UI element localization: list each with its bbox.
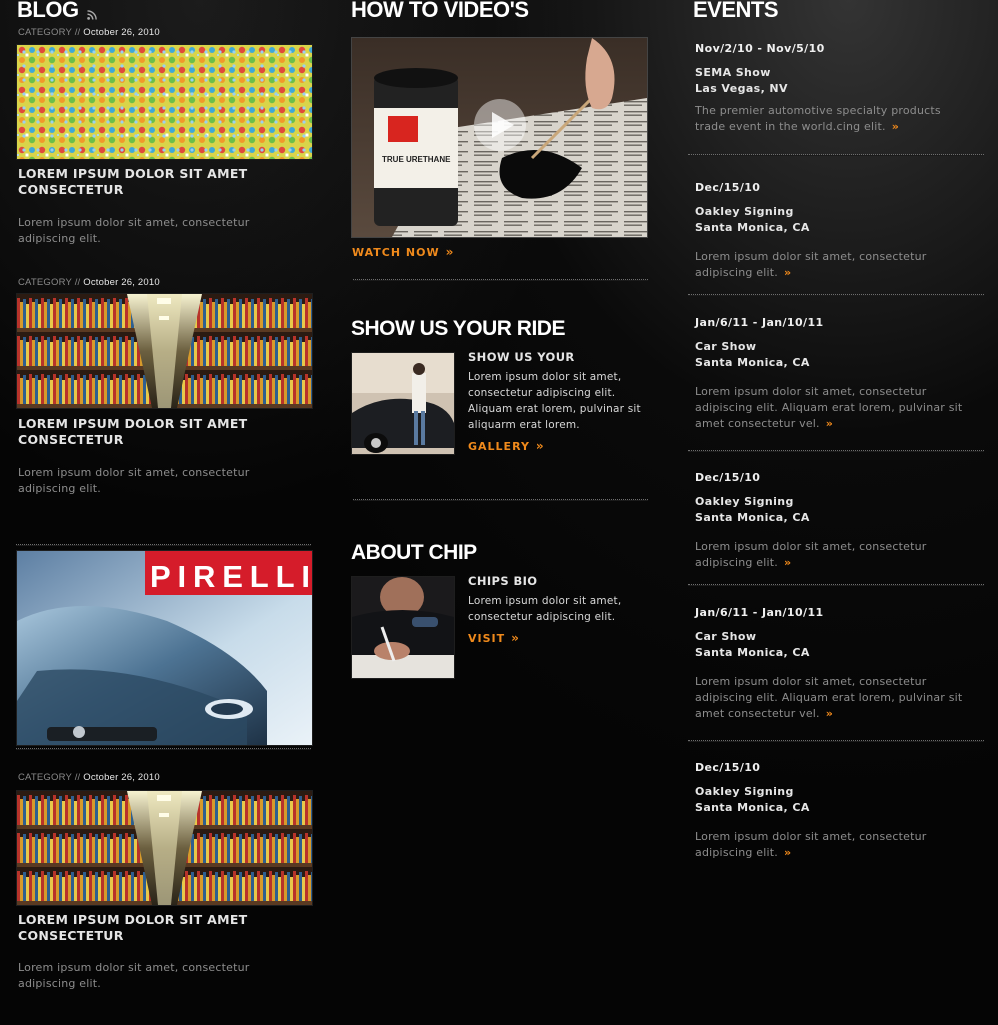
divider xyxy=(688,294,984,296)
event-location: Las Vegas, NV xyxy=(695,82,788,95)
double-chevron-right-icon: » xyxy=(535,439,544,453)
event-date: Dec/15/10 xyxy=(695,761,761,774)
event-description: Lorem ipsum dolor sit amet, consectetur … xyxy=(695,384,970,432)
library-bookshelves-image xyxy=(17,791,312,905)
double-chevron-right-icon: » xyxy=(445,245,454,259)
videos-heading: HOW TO VIDEO'S xyxy=(351,0,529,22)
double-chevron-right-icon[interactable]: » xyxy=(784,556,791,569)
ride-subtitle: SHOW US YOUR xyxy=(468,350,575,364)
post-2-title[interactable]: LOREM IPSUM DOLOR SIT AMET CONSECTETUR xyxy=(18,416,298,448)
colorful-mosaic-image xyxy=(17,45,312,159)
divider xyxy=(688,154,984,156)
post-4-excerpt: Lorem ipsum dolor sit amet, consectetur … xyxy=(18,961,250,990)
category-link[interactable]: CATEGORY // xyxy=(18,27,80,38)
double-chevron-right-icon[interactable]: » xyxy=(784,266,791,279)
divider xyxy=(353,279,648,281)
event-location: Santa Monica, CA xyxy=(695,511,810,524)
post-4-image[interactable] xyxy=(16,790,313,906)
chip-photo[interactable] xyxy=(351,576,455,679)
event-date: Nov/2/10 - Nov/5/10 xyxy=(695,42,825,55)
event-date: Jan/6/11 - Jan/10/11 xyxy=(695,316,824,329)
gallery-link[interactable]: GALLERY » xyxy=(468,439,544,453)
event-desc-text: Lorem ipsum dolor sit amet, consectetur … xyxy=(695,540,927,569)
watch-now-link[interactable]: WATCH NOW » xyxy=(352,245,454,259)
event-name: SEMA Show xyxy=(695,66,771,79)
event-date: Dec/15/10 xyxy=(695,471,761,484)
ride-body: Lorem ipsum dolor sit amet, consectetur … xyxy=(468,371,641,431)
divider xyxy=(16,544,311,546)
event-name: Car Show xyxy=(695,340,757,353)
divider xyxy=(688,450,984,452)
woman-with-classic-car-image xyxy=(352,353,454,454)
event-location: Santa Monica, CA xyxy=(695,356,810,369)
event-desc-text: Lorem ipsum dolor sit amet, consectetur … xyxy=(695,830,927,859)
post-1-meta: CATEGORY // October 26, 2010 xyxy=(18,27,160,38)
post-2-excerpt: Lorem ipsum dolor sit amet, consectetur … xyxy=(18,466,250,495)
category-link[interactable]: CATEGORY // xyxy=(18,277,80,288)
post-date: October 26, 2010 xyxy=(83,27,160,38)
watch-now-label: WATCH NOW xyxy=(352,246,440,259)
double-chevron-right-icon[interactable]: » xyxy=(826,417,833,430)
post-date: October 26, 2010 xyxy=(83,772,160,783)
gallery-label: GALLERY xyxy=(468,440,530,453)
visit-link[interactable]: VISIT » xyxy=(468,631,519,645)
post-1-image[interactable] xyxy=(16,44,313,160)
blog-heading-text: BLOG xyxy=(17,0,79,22)
ride-image[interactable] xyxy=(351,352,455,455)
divider xyxy=(353,499,648,501)
event-name: Oakley Signing xyxy=(695,205,794,218)
post-1-title[interactable]: LOREM IPSUM DOLOR SIT AMET CONSECTETUR xyxy=(18,166,298,198)
pirelli-ad[interactable]: PIRELLI xyxy=(16,550,313,746)
event-location: Santa Monica, CA xyxy=(695,646,810,659)
post-2-image[interactable] xyxy=(16,293,313,409)
blog-heading: BLOG xyxy=(17,0,97,21)
double-chevron-right-icon[interactable]: » xyxy=(892,120,899,133)
event-item[interactable]: Jan/6/11 - Jan/10/11 Car Show Santa Moni… xyxy=(695,316,980,432)
post-2-meta: CATEGORY // October 26, 2010 xyxy=(18,277,160,288)
chip-signing-photo-image xyxy=(352,577,454,678)
events-heading: EVENTS xyxy=(693,0,779,22)
post-4-title[interactable]: LOREM IPSUM DOLOR SIT AMET CONSECTETUR xyxy=(18,912,298,944)
event-item[interactable]: Nov/2/10 - Nov/5/10 SEMA Show Las Vegas,… xyxy=(695,42,980,135)
visit-label: VISIT xyxy=(468,632,506,645)
event-date: Dec/15/10 xyxy=(695,181,761,194)
rss-icon[interactable] xyxy=(86,10,97,20)
post-4-meta: CATEGORY // October 26, 2010 xyxy=(18,772,160,783)
post-1-excerpt: Lorem ipsum dolor sit amet, consectetur … xyxy=(18,216,250,245)
event-item[interactable]: Jan/6/11 - Jan/10/11 Car Show Santa Moni… xyxy=(695,606,980,722)
library-bookshelves-image xyxy=(17,294,312,408)
event-location: Santa Monica, CA xyxy=(695,221,810,234)
event-desc-text: The premier automotive specialty product… xyxy=(695,104,941,133)
chip-bio-title: CHIPS BIO xyxy=(468,574,538,588)
event-item[interactable]: Dec/15/10 Oakley Signing Santa Monica, C… xyxy=(695,181,980,281)
ride-heading: SHOW US YOUR RIDE xyxy=(351,317,565,340)
event-name: Oakley Signing xyxy=(695,785,794,798)
event-description: Lorem ipsum dolor sit amet, consectetur … xyxy=(695,674,970,722)
double-chevron-right-icon: » xyxy=(511,631,519,645)
paint-can-brush-video-thumbnail: TRUE URETHANE xyxy=(352,38,647,237)
divider xyxy=(688,740,984,742)
event-location: Santa Monica, CA xyxy=(695,801,810,814)
chip-bio-body: Lorem ipsum dolor sit amet, consectetur … xyxy=(468,595,622,623)
event-description: The premier automotive specialty product… xyxy=(695,103,970,135)
pirelli-car-ad-image: PIRELLI xyxy=(17,551,312,745)
event-name: Oakley Signing xyxy=(695,495,794,508)
divider xyxy=(688,584,984,586)
post-date: October 26, 2010 xyxy=(83,277,160,288)
double-chevron-right-icon[interactable]: » xyxy=(784,846,791,859)
category-link[interactable]: CATEGORY // xyxy=(18,772,80,783)
about-heading: ABOUT CHIP xyxy=(351,541,477,564)
event-description: Lorem ipsum dolor sit amet, consectetur … xyxy=(695,249,970,281)
video-player[interactable]: TRUE URETHANE xyxy=(351,37,648,238)
event-description: Lorem ipsum dolor sit amet, consectetur … xyxy=(695,829,970,861)
event-date: Jan/6/11 - Jan/10/11 xyxy=(695,606,824,619)
divider xyxy=(16,748,311,750)
event-description: Lorem ipsum dolor sit amet, consectetur … xyxy=(695,539,970,571)
event-desc-text: Lorem ipsum dolor sit amet, consectetur … xyxy=(695,250,927,279)
svg-text:TRUE URETHANE: TRUE URETHANE xyxy=(382,155,451,164)
double-chevron-right-icon[interactable]: » xyxy=(826,707,833,720)
event-name: Car Show xyxy=(695,630,757,643)
event-item[interactable]: Dec/15/10 Oakley Signing Santa Monica, C… xyxy=(695,471,980,571)
event-item[interactable]: Dec/15/10 Oakley Signing Santa Monica, C… xyxy=(695,761,980,861)
